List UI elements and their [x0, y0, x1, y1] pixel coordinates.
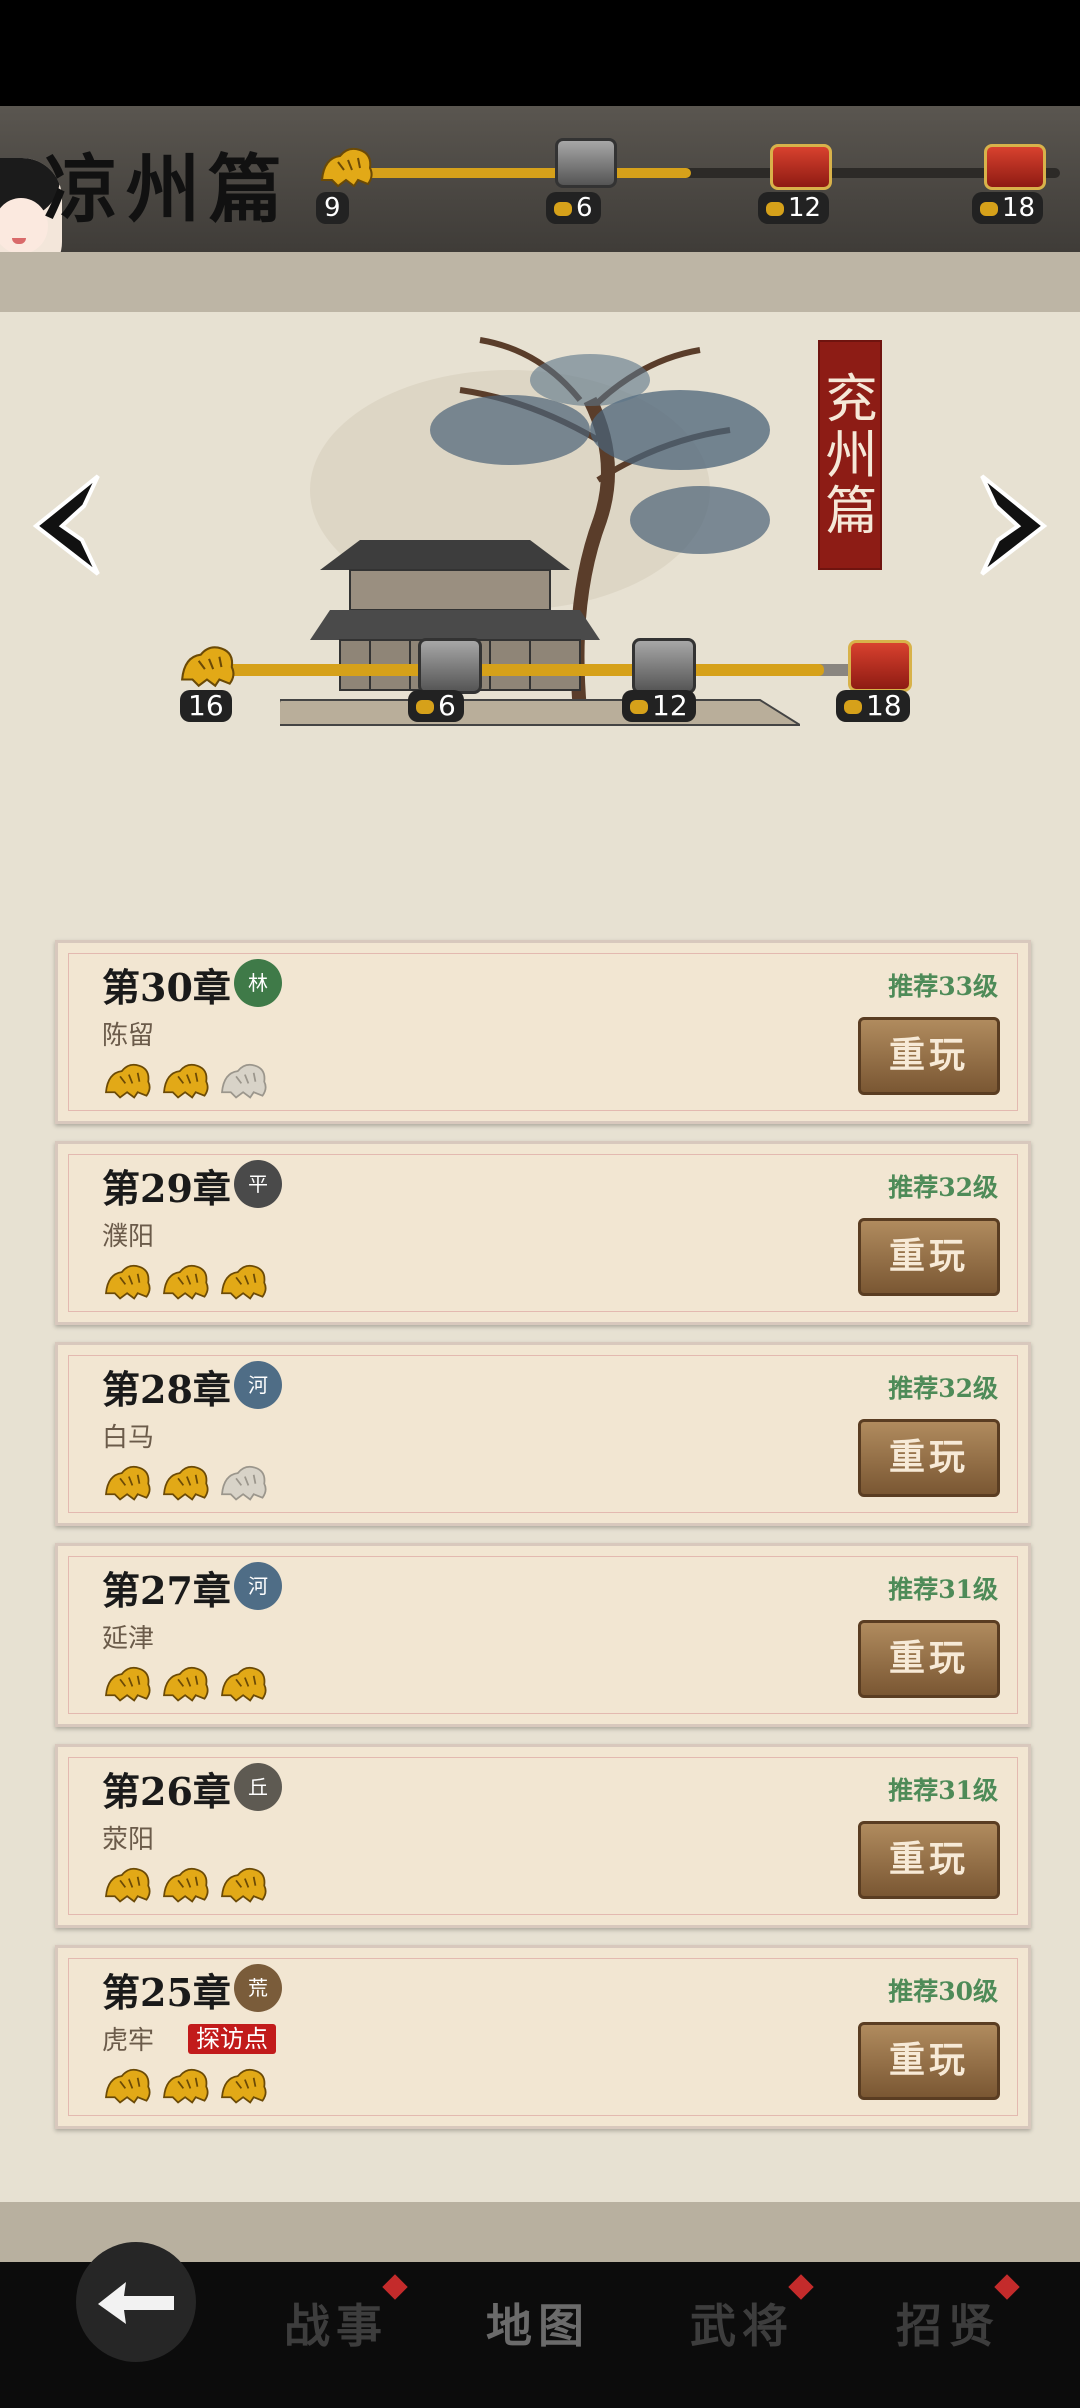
chapter-title: 第27章	[102, 1568, 231, 1613]
golden-tiger-icon	[105, 1666, 151, 1702]
chapter-place: 荥阳	[102, 1825, 155, 1855]
top-stars-count: 9	[316, 192, 349, 224]
chapter-card[interactable]: 第29章 平 濮阳 推荐32级 重玩	[55, 1141, 1031, 1325]
golden-tiger-icon	[105, 1867, 151, 1903]
chapter-place: 白马	[102, 1423, 155, 1453]
province-title: 凉州篇	[44, 147, 290, 233]
replay-button[interactable]: 重玩	[858, 1620, 1000, 1698]
empty-tiger-icon	[221, 1465, 267, 1501]
chapter-title: 第30章	[102, 965, 231, 1010]
region-milestone-1: 6	[408, 690, 464, 722]
replay-button[interactable]: 重玩	[858, 2022, 1000, 2100]
recommended-level: 推荐31级	[888, 1776, 998, 1805]
nav-item-battles[interactable]: 战事	[284, 2290, 388, 2356]
status-bar	[0, 0, 1080, 106]
golden-tiger-icon	[163, 1465, 209, 1501]
golden-tiger-icon	[163, 1666, 209, 1702]
chapter-place: 延津	[102, 1624, 155, 1654]
region-seal: 兖州篇	[816, 340, 882, 570]
chapter-stars	[102, 1861, 276, 1903]
region-progress-track	[210, 664, 900, 676]
region-milestone-2: 12	[622, 690, 696, 722]
chapter-card[interactable]: 第26章 丘 荥阳 推荐31级 重玩	[55, 1744, 1031, 1928]
replay-button[interactable]: 重玩	[858, 1419, 1000, 1497]
chapter-stars	[102, 1057, 276, 1099]
nav-item-generals[interactable]: 武将	[690, 2290, 794, 2356]
golden-tiger-icon	[163, 1264, 209, 1300]
chapter-card[interactable]: 第27章 河 延津 推荐31级 重玩	[55, 1543, 1031, 1727]
recommended-level: 推荐32级	[888, 1374, 998, 1403]
terrain-badge: 河	[234, 1361, 282, 1409]
chapter-card[interactable]: 第25章 荒 虎牢 探访点 推荐30级 重玩	[55, 1945, 1031, 2129]
chapter-card[interactable]: 第30章 林 陈留 推荐33级 重玩	[55, 940, 1031, 1124]
terrain-badge: 林	[234, 959, 282, 1007]
chapter-stars	[102, 2062, 276, 2104]
golden-tiger-icon	[163, 1063, 209, 1099]
region-milestone-3: 18	[836, 690, 910, 722]
chapter-stars	[102, 1660, 276, 1702]
chapter-title: 第28章	[102, 1367, 231, 1412]
red-chest-icon[interactable]	[848, 640, 912, 692]
chapter-stars	[102, 1459, 276, 1501]
chapter-title: 第29章	[102, 1166, 231, 1211]
golden-tiger-icon	[221, 2068, 267, 2104]
replay-button[interactable]: 重玩	[858, 1017, 1000, 1095]
red-chest-icon[interactable]	[984, 144, 1046, 190]
replay-button[interactable]: 重玩	[858, 1218, 1000, 1296]
chevron-right-icon[interactable]	[972, 470, 1058, 580]
silver-chest-icon[interactable]	[632, 638, 696, 694]
golden-tiger-icon	[181, 646, 235, 688]
recommended-level: 推荐33级	[888, 972, 998, 1001]
silver-chest-icon[interactable]	[555, 138, 617, 188]
red-chest-icon[interactable]	[770, 144, 832, 190]
golden-tiger-icon	[105, 1465, 151, 1501]
terrain-badge: 平	[234, 1160, 282, 1208]
top-milestone-3: 18	[972, 192, 1044, 224]
chapter-place: 陈留	[102, 1021, 155, 1051]
top-progress-track	[350, 168, 1060, 178]
sub-header-band	[0, 252, 1080, 312]
golden-tiger-icon	[105, 1264, 151, 1300]
chapter-place: 濮阳	[102, 1222, 155, 1252]
silver-chest-icon[interactable]	[418, 638, 482, 694]
recommended-level: 推荐30级	[888, 1977, 998, 2006]
recommended-level: 推荐32级	[888, 1173, 998, 1202]
top-milestone-2: 12	[758, 192, 830, 224]
terrain-badge: 丘	[234, 1763, 282, 1811]
golden-tiger-icon	[221, 1666, 267, 1702]
chapter-place: 虎牢	[102, 2026, 155, 2056]
empty-tiger-icon	[221, 1063, 267, 1099]
top-milestone-1: 6	[546, 192, 601, 224]
golden-tiger-icon	[221, 1867, 267, 1903]
back-arrow-icon	[98, 2282, 174, 2324]
golden-tiger-icon	[163, 2068, 209, 2104]
golden-tiger-icon	[105, 2068, 151, 2104]
nav-item-map[interactable]: 地图	[486, 2290, 590, 2356]
region-stars-count: 16	[180, 690, 232, 722]
terrain-badge: 荒	[234, 1964, 282, 2012]
golden-tiger-icon	[221, 1264, 267, 1300]
recommended-level: 推荐31级	[888, 1575, 998, 1604]
chapter-title: 第25章	[102, 1970, 231, 2015]
golden-tiger-icon	[163, 1867, 209, 1903]
terrain-badge: 河	[234, 1562, 282, 1610]
chapter-card[interactable]: 第28章 河 白马 推荐32级 重玩	[55, 1342, 1031, 1526]
chevron-left-icon[interactable]	[22, 470, 108, 580]
golden-tiger-icon	[320, 147, 373, 188]
replay-button[interactable]: 重玩	[858, 1821, 1000, 1899]
nav-item-recruit[interactable]: 招贤	[896, 2290, 1000, 2356]
chapter-stars	[102, 1258, 276, 1300]
golden-tiger-icon	[105, 1063, 151, 1099]
back-button[interactable]	[76, 2242, 196, 2362]
visit-point-tag: 探访点	[188, 2024, 276, 2054]
chapter-title: 第26章	[102, 1769, 231, 1814]
